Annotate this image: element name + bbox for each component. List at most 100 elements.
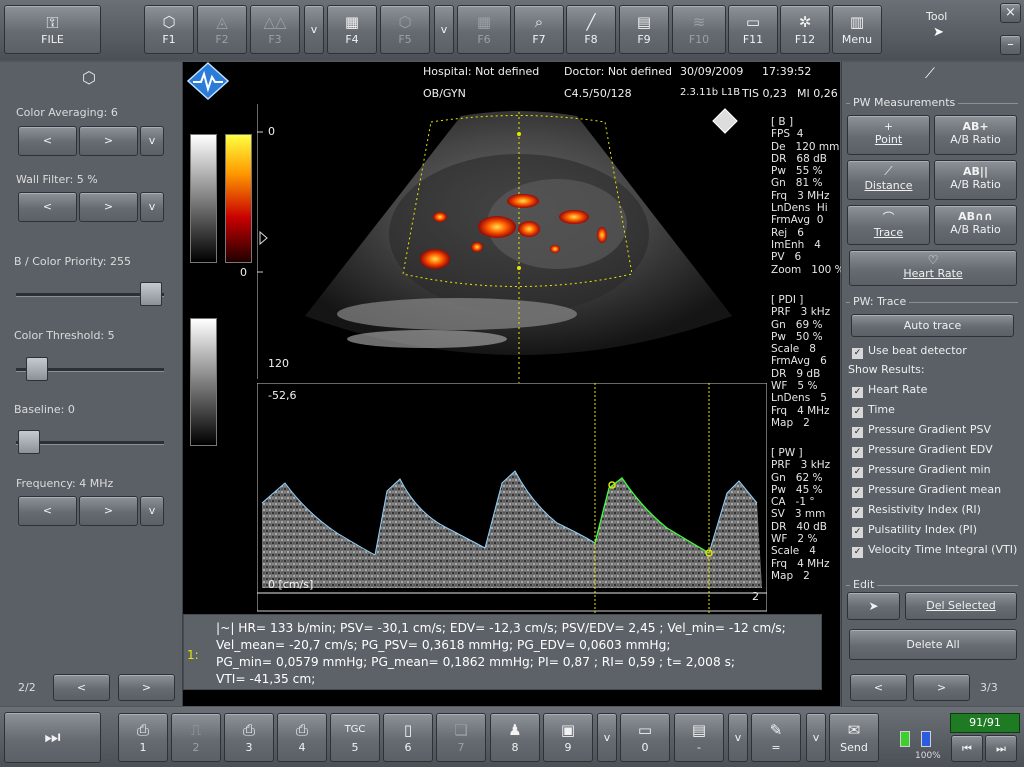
f2-button[interactable]: ◬ F2 (197, 5, 247, 54)
ab-ratio-button-1[interactable]: AB+ A/B Ratio (934, 115, 1017, 155)
right-page-next[interactable]: > (913, 674, 970, 701)
bottom-key-4[interactable]: TGC 5 (330, 713, 380, 762)
distance-icon: ⟋ (884, 164, 893, 178)
f7-label: F7 (532, 33, 546, 46)
f5-label: F5 (398, 33, 412, 46)
show-result-label-7: Pulsatility Index (PI) (868, 523, 977, 536)
file-button[interactable]: ⚿ FILE (4, 5, 101, 54)
bottom-key-13[interactable]: ✎ = (751, 713, 801, 762)
f4-button[interactable]: ▦ F4 (327, 5, 377, 54)
f6-button[interactable]: ▦ F6 (457, 5, 511, 54)
cursor-icon: ➤ (933, 25, 944, 40)
time-label: 17:39:52 (762, 65, 812, 78)
bottom-key-12[interactable]: v (728, 713, 748, 762)
delete-all-button[interactable]: Delete All (849, 629, 1017, 660)
wall-filter-increase[interactable]: > (79, 192, 138, 222)
bottom-key-0[interactable]: ⎙ 1 (118, 713, 168, 762)
v2-button[interactable]: v (434, 5, 454, 54)
show-result-checkbox-0[interactable]: ✓ Heart Rate (852, 383, 927, 398)
bottom-key-15[interactable]: ✉ Send (829, 713, 879, 762)
frequency-decrease[interactable]: < (18, 496, 77, 526)
show-result-checkbox-8[interactable]: ✓ Velocity Time Integral (VTI) (852, 543, 1017, 558)
bottom-key-7[interactable]: ♟ 8 (490, 713, 540, 762)
app-logo (186, 61, 230, 101)
select-tool-button[interactable]: ➤ (847, 592, 900, 620)
bottom-key-1-label: 2 (192, 741, 200, 754)
frame-first-button[interactable]: ⏮ (951, 735, 983, 762)
bottom-key-10[interactable]: ▭ 0 (620, 713, 670, 762)
f11-button[interactable]: ▭ F11 (728, 5, 778, 54)
color-averaging-decrease[interactable]: < (18, 126, 77, 156)
point-button[interactable]: + Point (847, 115, 930, 155)
baseline-thumb[interactable] (18, 430, 40, 454)
color-averaging-dropdown[interactable]: v (140, 126, 164, 156)
wall-filter-decrease[interactable]: < (18, 192, 77, 222)
left-page-prev[interactable]: < (53, 674, 110, 701)
show-result-checkbox-2[interactable]: ✓ Pressure Gradient PSV (852, 423, 991, 438)
bottom-key-7-icon: ♟ (508, 721, 522, 739)
bottom-key-8[interactable]: ▣ 9 (543, 713, 593, 762)
color-priority-thumb[interactable] (140, 282, 162, 306)
edit-title: Edit (850, 578, 878, 591)
f5-icon: ⬡ (398, 13, 412, 31)
distance-button[interactable]: ⟋ Distance (847, 160, 930, 200)
heart-rate-button[interactable]: ♡ Heart Rate (849, 250, 1017, 286)
bottom-key-14[interactable]: v (806, 713, 826, 762)
doppler-spectrum (257, 383, 767, 613)
wall-filter-label: Wall Filter: 5 % (16, 173, 98, 186)
frequency-increase[interactable]: > (79, 496, 138, 526)
f6-icon: ▦ (476, 13, 492, 31)
f11-label: F11 (742, 33, 764, 46)
f10-button[interactable]: ≋ F10 (672, 5, 726, 54)
color-averaging-increase[interactable]: > (79, 126, 138, 156)
f3-button[interactable]: △△ F3 (250, 5, 300, 54)
minimize-button[interactable]: – (1000, 35, 1021, 55)
show-result-checkbox-6[interactable]: ✓ Resistivity Index (RI) (852, 503, 981, 518)
del-selected-button[interactable]: Del Selected (905, 592, 1017, 620)
menu-button[interactable]: ▥ Menu (832, 5, 882, 54)
bottom-key-6[interactable]: ❏ 7 (436, 713, 486, 762)
f5-button[interactable]: ⬡ F5 (380, 5, 430, 54)
show-result-label-8: Velocity Time Integral (VTI) (868, 543, 1018, 556)
f1-button[interactable]: ⬡ F1 (144, 5, 194, 54)
frame-last-button[interactable]: ⏭ (985, 735, 1017, 762)
show-result-checkbox-5[interactable]: ✓ Pressure Gradient mean (852, 483, 1001, 498)
v2-label: v (440, 23, 448, 36)
f12-button[interactable]: ✲ F12 (780, 5, 830, 54)
bottom-key-3[interactable]: ⎙ 4 (277, 713, 327, 762)
left-page-next[interactable]: > (118, 674, 175, 701)
f11-icon: ▭ (745, 13, 761, 31)
ab-ratio-button-2[interactable]: AB|| A/B Ratio (934, 160, 1017, 200)
show-result-checkbox-1[interactable]: ✓ Time (852, 403, 895, 418)
ab-ratio-button-3[interactable]: AB∩∩ A/B Ratio (934, 205, 1017, 245)
trace-label: Trace (873, 226, 904, 239)
f7-icon: ⌕ (534, 13, 544, 31)
bottom-key-15-label: Send (840, 741, 868, 754)
show-result-checkbox-3[interactable]: ✓ Pressure Gradient EDV (852, 443, 993, 458)
close-button[interactable]: × (1000, 3, 1021, 23)
check-icon: ✓ (852, 527, 863, 538)
bottom-key-2[interactable]: ⎙ 3 (224, 713, 274, 762)
bottom-key-5[interactable]: ▯ 6 (383, 713, 433, 762)
show-result-checkbox-7[interactable]: ✓ Pulsatility Index (PI) (852, 523, 977, 538)
bottom-key-1[interactable]: ⎍ 2 (171, 713, 221, 762)
color-threshold-thumb[interactable] (26, 357, 48, 381)
version-label: 2.3.11b L1B (680, 87, 741, 98)
f9-button[interactable]: ▤ F9 (619, 5, 669, 54)
show-result-checkbox-4[interactable]: ✓ Pressure Gradient min (852, 463, 991, 478)
f8-button[interactable]: ╱ F8 (566, 5, 616, 54)
right-page-prev[interactable]: < (850, 674, 907, 701)
auto-trace-button[interactable]: Auto trace (851, 314, 1014, 337)
menu-label: Menu (841, 33, 873, 46)
freeze-button[interactable]: ⏭ (4, 712, 101, 763)
del-selected-label: Del Selected (926, 599, 996, 612)
bottom-key-11[interactable]: ▤ - (674, 713, 724, 762)
bottom-key-9[interactable]: v (597, 713, 617, 762)
use-beat-detector-checkbox[interactable]: ✓ Use beat detector (852, 344, 967, 359)
frequency-dropdown[interactable]: v (140, 496, 164, 526)
wall-filter-dropdown[interactable]: v (140, 192, 164, 222)
trace-button[interactable]: ⌒ Trace (847, 205, 930, 245)
v1-button[interactable]: v (304, 5, 324, 54)
f1-icon: ⬡ (162, 13, 176, 31)
f7-button[interactable]: ⌕ F7 (514, 5, 564, 54)
